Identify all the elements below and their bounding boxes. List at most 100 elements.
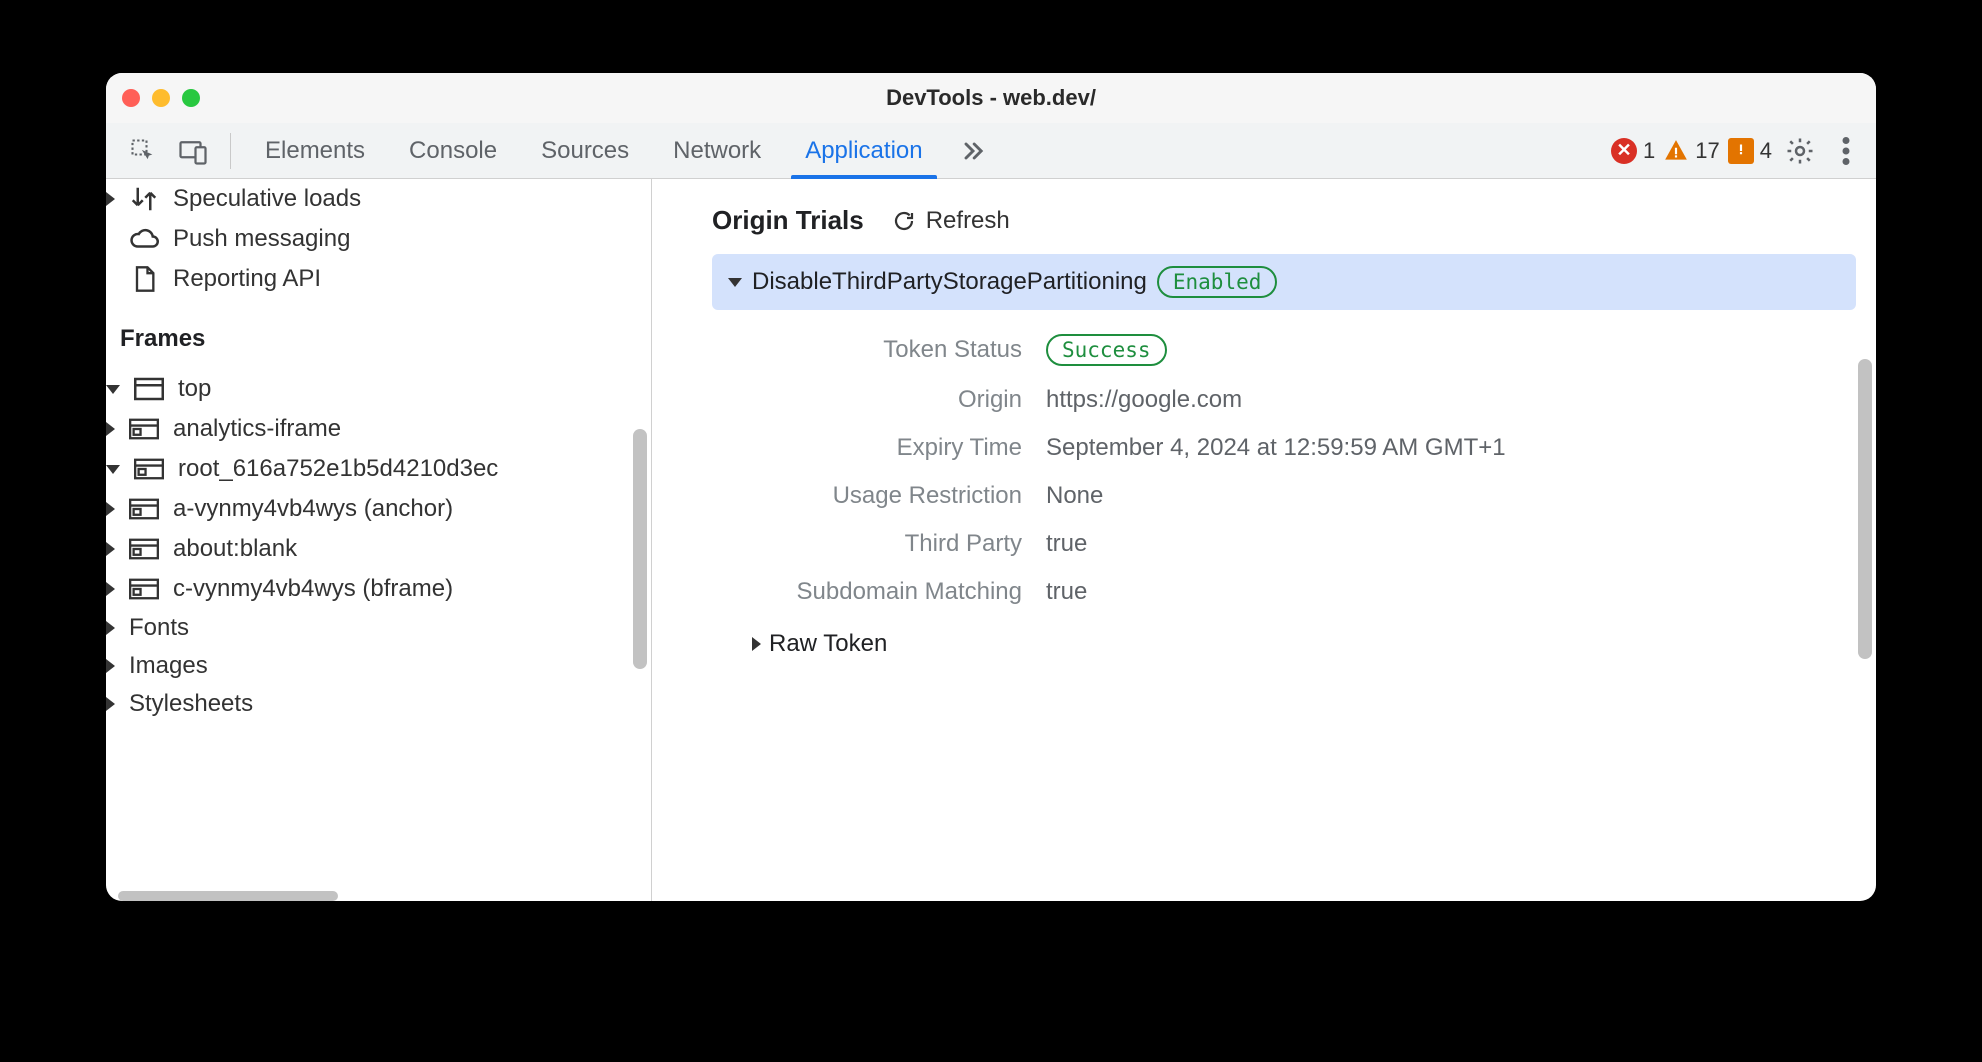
- expand-icon: [106, 697, 115, 711]
- cloud-icon: [129, 224, 159, 254]
- detail-value: None: [1046, 482, 1103, 510]
- traffic-lights: [122, 89, 200, 107]
- sidebar-h-scrollbar[interactable]: [118, 891, 338, 901]
- toolbar-separator: [230, 133, 231, 169]
- frame-item[interactable]: root_616a752e1b5d4210d3ec: [106, 449, 651, 489]
- detail-key: Origin: [652, 386, 1022, 414]
- refresh-label: Refresh: [926, 207, 1010, 235]
- expand-icon: [106, 192, 115, 206]
- trial-details: Token Status Success Origin https://google.…: [652, 310, 1876, 616]
- expand-icon: [106, 659, 115, 673]
- frame-item[interactable]: a-vynmy4vb4wys (anchor): [106, 489, 651, 529]
- detail-value: true: [1046, 578, 1087, 606]
- sidebar-scrollbar[interactable]: [633, 429, 647, 669]
- frames-section-title: Frames: [106, 299, 651, 369]
- application-sidebar: Speculative loads Push messaging Reporting…: [106, 179, 652, 901]
- frame-item[interactable]: Stylesheets: [106, 685, 651, 723]
- frame-item[interactable]: top: [106, 369, 651, 409]
- frame-item[interactable]: c-vynmy4vb4wys (bframe): [106, 569, 651, 609]
- expand-raw-token-icon: [752, 637, 761, 651]
- detail-row: Origin https://google.com: [652, 376, 1876, 424]
- detail-row: Expiry TimeSeptember 4, 2024 at 12:59:59…: [652, 424, 1876, 472]
- expand-icon: [106, 385, 120, 394]
- detail-key: Token Status: [652, 336, 1022, 364]
- console-indicators: ✕ 1 17 4: [1611, 138, 1772, 164]
- sidebar-item-push-messaging[interactable]: Push messaging: [106, 219, 651, 259]
- frame-label: analytics-iframe: [173, 415, 341, 443]
- devtools-toolbar: ElementsConsoleSourcesNetworkApplication…: [106, 123, 1876, 179]
- subframe-icon: [129, 534, 159, 564]
- frame-label: a-vynmy4vb4wys (anchor): [173, 495, 453, 523]
- raw-token-label: Raw Token: [769, 630, 887, 658]
- warning-count: 17: [1695, 138, 1719, 164]
- error-icon: ✕: [1611, 138, 1637, 164]
- tab-network[interactable]: Network: [651, 123, 783, 178]
- issue-count: 4: [1760, 138, 1772, 164]
- detail-value: https://google.com: [1046, 386, 1242, 414]
- frame-label: Stylesheets: [129, 690, 253, 718]
- origin-trials-title: Origin Trials: [712, 205, 864, 236]
- frame-item[interactable]: Images: [106, 647, 651, 685]
- refresh-icon: [892, 209, 916, 233]
- expand-icon: [106, 621, 115, 635]
- expand-trial-icon: [728, 278, 742, 287]
- frame-item[interactable]: Fonts: [106, 609, 651, 647]
- titlebar: DevTools - web.dev/: [106, 73, 1876, 123]
- detail-row: Third Party true: [652, 520, 1876, 568]
- tab-sources[interactable]: Sources: [519, 123, 651, 178]
- detail-row: Usage Restriction None: [652, 472, 1876, 520]
- errors-indicator[interactable]: ✕ 1: [1611, 138, 1655, 164]
- frame-label: Images: [129, 652, 208, 680]
- panel-body: Speculative loads Push messaging Reporting…: [106, 179, 1876, 901]
- refresh-button[interactable]: Refresh: [892, 207, 1010, 235]
- subframe-icon: [129, 414, 159, 444]
- tab-elements[interactable]: Elements: [243, 123, 387, 178]
- detail-value: Success: [1046, 334, 1167, 366]
- trial-name: DisableThirdPartyStoragePartitioning: [752, 268, 1147, 296]
- sidebar-item-speculative-loads[interactable]: Speculative loads: [106, 179, 651, 219]
- subframe-icon: [129, 494, 159, 524]
- frame-icon: [134, 374, 164, 404]
- main-scrollbar[interactable]: [1858, 359, 1872, 659]
- expand-icon: [106, 542, 115, 556]
- device-toolbar-icon[interactable]: [176, 134, 210, 168]
- frame-label: root_616a752e1b5d4210d3ec: [178, 455, 498, 483]
- spacer-icon: [106, 232, 115, 246]
- more-options-icon[interactable]: [1828, 133, 1864, 169]
- more-tabs-icon[interactable]: [945, 137, 1001, 165]
- raw-token-row[interactable]: Raw Token: [652, 616, 1876, 658]
- frame-item[interactable]: analytics-iframe: [106, 409, 651, 449]
- warning-icon: [1663, 138, 1689, 164]
- detail-value: September 4, 2024 at 12:59:59 AM GMT+1: [1046, 434, 1506, 462]
- spacer-icon: [106, 272, 115, 286]
- warnings-indicator[interactable]: 17: [1663, 138, 1719, 164]
- sidebar-item-label: Speculative loads: [173, 185, 361, 213]
- issues-indicator[interactable]: 4: [1728, 138, 1772, 164]
- panel-tabs: ElementsConsoleSourcesNetworkApplication: [243, 123, 945, 178]
- subframe-icon: [134, 454, 164, 484]
- zoom-window-button[interactable]: [182, 89, 200, 107]
- settings-icon[interactable]: [1782, 133, 1818, 169]
- subframe-icon: [129, 574, 159, 604]
- window-title: DevTools - web.dev/: [886, 85, 1096, 111]
- detail-key: Third Party: [652, 530, 1022, 558]
- frame-label: Fonts: [129, 614, 189, 642]
- issue-icon: [1728, 138, 1754, 164]
- detail-key: Usage Restriction: [652, 482, 1022, 510]
- trial-status-badge: Enabled: [1157, 266, 1278, 298]
- origin-trial-row[interactable]: DisableThirdPartyStoragePartitioning Ena…: [712, 254, 1856, 310]
- tab-application[interactable]: Application: [783, 123, 944, 178]
- devtools-window: DevTools - web.dev/ ElementsConsoleSourc…: [106, 73, 1876, 901]
- tab-console[interactable]: Console: [387, 123, 519, 178]
- sidebar-item-label: Reporting API: [173, 265, 321, 293]
- detail-value: true: [1046, 530, 1087, 558]
- detail-row: Subdomain Matchingtrue: [652, 568, 1876, 616]
- expand-icon: [106, 582, 115, 596]
- sidebar-item-label: Push messaging: [173, 225, 350, 253]
- close-window-button[interactable]: [122, 89, 140, 107]
- sidebar-item-reporting-api[interactable]: Reporting API: [106, 259, 651, 299]
- expand-icon: [106, 422, 115, 436]
- inspect-element-icon[interactable]: [126, 134, 160, 168]
- minimize-window-button[interactable]: [152, 89, 170, 107]
- frame-item[interactable]: about:blank: [106, 529, 651, 569]
